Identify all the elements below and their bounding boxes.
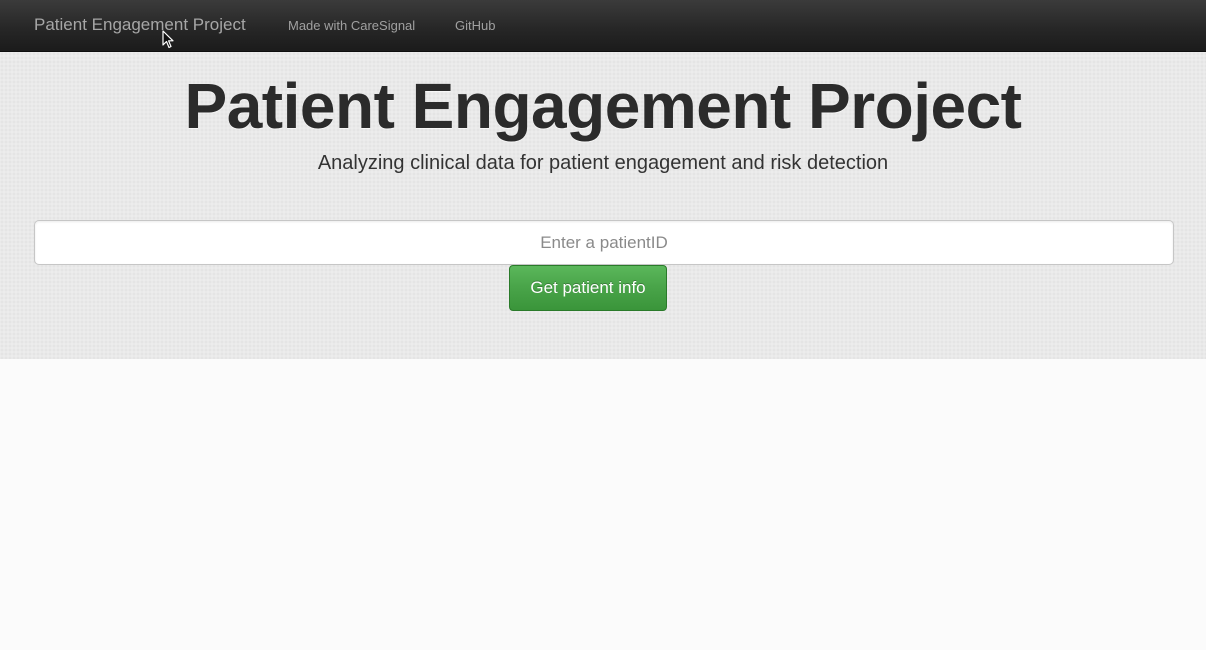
get-patient-info-button[interactable]: Get patient info bbox=[509, 265, 667, 311]
patient-id-input[interactable] bbox=[34, 220, 1174, 265]
top-navbar: Patient Engagement Project Made with Car… bbox=[0, 0, 1206, 52]
hero-section: Patient Engagement Project Analyzing cli… bbox=[0, 52, 1206, 359]
nav-link-made-with-caresignal[interactable]: Made with CareSignal bbox=[288, 18, 415, 33]
page-title: Patient Engagement Project bbox=[184, 70, 1022, 142]
mouse-pointer-icon bbox=[162, 30, 174, 49]
nav-link-github[interactable]: GitHub bbox=[455, 18, 495, 33]
page-subtitle: Analyzing clinical data for patient enga… bbox=[317, 152, 889, 174]
navbar-brand[interactable]: Patient Engagement Project bbox=[34, 15, 246, 35]
